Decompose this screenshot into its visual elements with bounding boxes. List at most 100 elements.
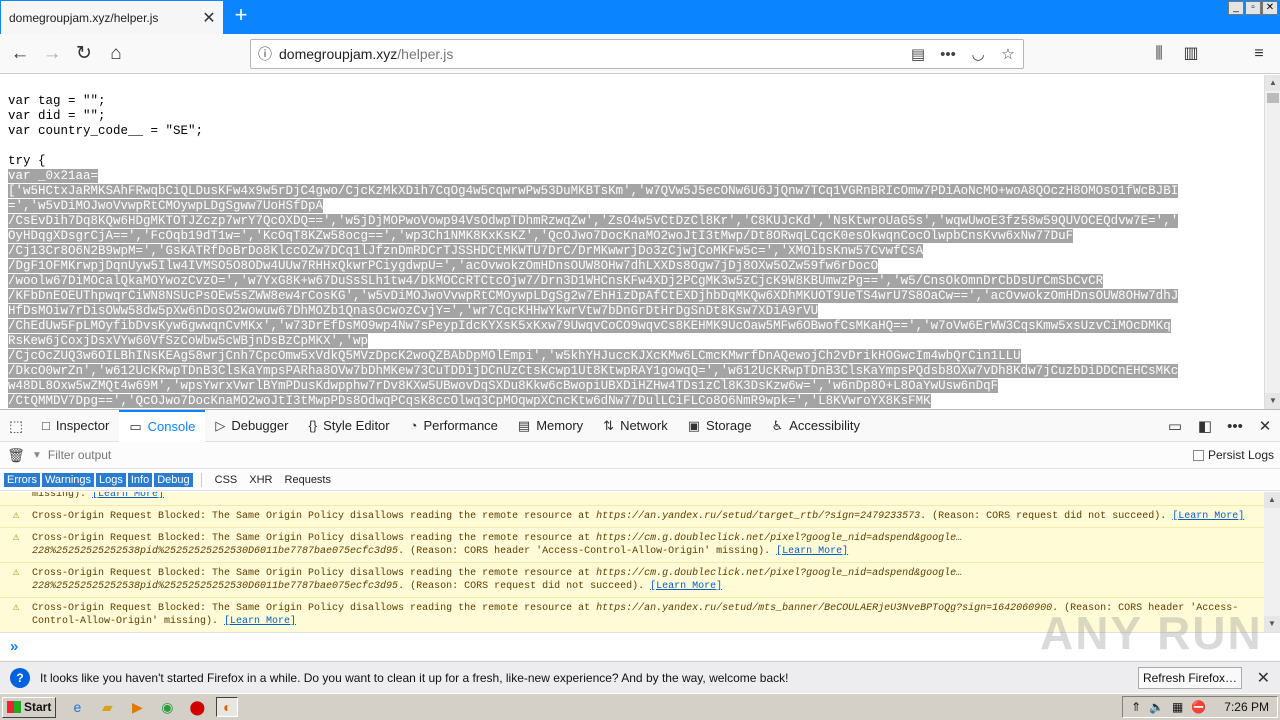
firefox-icon[interactable]: ◐ xyxy=(216,697,239,717)
forward-button[interactable]: → xyxy=(38,40,66,68)
browser-tab[interactable]: domegroupjam.xyz/helper.js ✕ xyxy=(1,1,223,34)
learn-more-link[interactable]: [Learn More] xyxy=(650,581,722,592)
console-warning-message: ⚠ Cross-Origin Request Blocked: The Same … xyxy=(0,563,1264,598)
quick-launch: e ▰ ▶ ◉ ⬤ ◐ xyxy=(66,697,239,717)
minimize-button[interactable]: _ xyxy=(1228,1,1244,15)
category-filter-requests[interactable]: Requests xyxy=(280,473,336,487)
source-line-selected: /CtQMMDV7Dpg==','QcOJwo7DocKnaMO2woJtI3t… xyxy=(8,394,931,408)
learn-more-link[interactable]: [Learn More] xyxy=(1172,511,1244,522)
devtools-tab-network[interactable]: ⇅ Network xyxy=(593,410,678,442)
library-icon[interactable]: ⫼ xyxy=(1146,42,1172,66)
category-filter-css[interactable]: CSS xyxy=(210,473,243,487)
category-filter-xhr[interactable]: XHR xyxy=(244,473,277,487)
close-window-button[interactable]: ✕ xyxy=(1262,1,1278,15)
devtools-tab-storage[interactable]: ▣ Storage xyxy=(678,410,762,442)
back-button[interactable]: ← xyxy=(6,40,34,68)
console-filter-bar: 🗑 ▼ Persist Logs xyxy=(0,442,1280,469)
home-button[interactable]: ⌂ xyxy=(102,40,130,68)
notification-close-icon[interactable]: ✕ xyxy=(1257,668,1270,688)
learn-more-link[interactable]: [Learn More] xyxy=(776,546,848,557)
bookmark-star-icon[interactable]: ☆ xyxy=(993,45,1023,63)
devtools-tab-accessibility[interactable]: ♿ Accessibility xyxy=(762,410,870,442)
source-line-selected: w48DL8Oxw5wZMQt4w69M','wpsYwrxVwrlBYmPDu… xyxy=(8,379,999,393)
devtools-tab-memory[interactable]: ▤ Memory xyxy=(508,410,593,442)
message-prefix: Cross-Origin Request Blocked: The Same O… xyxy=(32,603,597,614)
security-icon[interactable]: ⛔ xyxy=(1191,700,1206,714)
pocket-icon[interactable]: ◡ xyxy=(963,45,993,63)
source-scrollbar[interactable]: ▲ ▼ xyxy=(1264,75,1280,409)
devtools-tab-inspector[interactable]: □ Inspector xyxy=(32,410,119,442)
tray-up-icon[interactable]: ⇑ xyxy=(1131,700,1141,714)
clear-console-icon[interactable]: 🗑 xyxy=(0,447,32,464)
devtools-tab-style-editor[interactable]: {} Style Editor xyxy=(298,410,399,442)
scroll-down-arrow[interactable]: ▼ xyxy=(1265,393,1280,409)
message-text: Cross-Origin Request Blocked: The Same O… xyxy=(32,532,1264,558)
tab-close-icon[interactable]: ✕ xyxy=(195,8,223,28)
ie-icon[interactable]: e xyxy=(66,697,88,717)
devtools-tabs: □ Inspector ▭ Console ▷ Debugger {} Style Edito… xyxy=(32,409,870,442)
console-prompt-icon: » xyxy=(10,638,19,655)
persist-logs-toggle[interactable]: Persist Logs xyxy=(1192,448,1274,462)
message-url[interactable]: https://an.yandex.ru/setud/target_rtb/?s… xyxy=(596,511,920,522)
sidebar-icon[interactable]: ▥ xyxy=(1178,42,1204,66)
persist-logs-label: Persist Logs xyxy=(1207,448,1274,462)
page-actions-icon[interactable]: ••• xyxy=(933,46,963,63)
message-prefix: Cross-Origin Request Blocked: The Same O… xyxy=(32,533,597,544)
media-icon[interactable]: ▶ xyxy=(126,697,148,717)
source-line: var country_code__ = "SE"; xyxy=(8,124,204,138)
source-line-selected: /DgF1OFMKrwpjDqnUyw5Ilw4IVMSO5O8ODw4UUw7… xyxy=(8,259,879,273)
site-info-icon[interactable]: ⓘ xyxy=(251,44,279,64)
scroll-thumb[interactable] xyxy=(1267,93,1279,103)
learn-more-link[interactable]: [Learn More] xyxy=(224,616,296,627)
close-devtools-icon[interactable]: ✕ xyxy=(1254,417,1276,435)
source-view: var tag = ""; var did = ""; var country_… xyxy=(0,75,1264,409)
devtools-tab-performance[interactable]: ◔ Performance xyxy=(400,410,508,442)
volume-icon[interactable]: 🔈 xyxy=(1149,700,1164,714)
source-line-selected: /CjcOcZUQ3w6OILBhINsKEAg58wrjCnh7CpcOmw5… xyxy=(8,349,1021,363)
level-filter-info[interactable]: Info xyxy=(127,472,153,487)
persist-logs-checkbox[interactable] xyxy=(1192,449,1204,461)
start-button[interactable]: Start xyxy=(2,696,57,718)
learn-more-link[interactable]: [Learn More] xyxy=(92,492,164,500)
opera-icon[interactable]: ⬤ xyxy=(186,697,208,717)
devtools-tab-debugger[interactable]: ▷ Debugger xyxy=(205,410,298,442)
url-text[interactable]: domegroupjam.xyz/helper.js xyxy=(279,46,903,62)
folder-icon[interactable]: ▰ xyxy=(96,697,118,717)
message-url[interactable]: https://an.yandex.ru/setud/mts_banner/Be… xyxy=(596,603,1052,614)
split-console-icon[interactable]: ▭ xyxy=(1164,417,1186,435)
level-filter-logs[interactable]: Logs xyxy=(96,472,126,487)
network-icon[interactable]: ▦ xyxy=(1172,700,1183,714)
accessibility-icon: ♿ xyxy=(771,417,784,433)
reader-view-icon[interactable]: ▤ xyxy=(903,45,933,63)
clock: 7:26 PM xyxy=(1224,700,1269,714)
chrome-icon[interactable]: ◉ xyxy=(156,697,178,717)
menu-icon[interactable]: ≡ xyxy=(1246,42,1272,66)
url-bar[interactable]: ⓘ domegroupjam.xyz/helper.js ▤ ••• ◡ ☆ xyxy=(250,39,1024,69)
reload-button[interactable]: ↻ xyxy=(70,40,98,68)
source-line-selected: RsKew6jCoxjDsxVYw60VfSzCoWbw5cWBjnDsBzCp… xyxy=(8,334,369,348)
console-scroll-up[interactable]: ▲ xyxy=(1264,492,1280,508)
level-filter-debug[interactable]: Debug xyxy=(154,472,193,487)
console-scrollbar[interactable]: ▲ ▼ xyxy=(1264,492,1280,632)
element-picker-icon[interactable]: ⬚ xyxy=(0,417,32,435)
filter-divider xyxy=(200,472,202,487)
maximize-button[interactable]: ▫ xyxy=(1245,1,1261,15)
message-reason: . (Reason: CORS header 'Access-Control-A… xyxy=(398,546,777,557)
devtools-tab-label: Accessibility xyxy=(789,418,861,433)
console-scroll-down[interactable]: ▼ xyxy=(1264,616,1280,632)
new-tab-button[interactable]: + xyxy=(230,4,252,27)
scroll-up-arrow[interactable]: ▲ xyxy=(1265,75,1280,91)
system-tray: ⇑ 🔈 ▦ ⛔ 7:26 PM xyxy=(1121,696,1278,718)
refresh-firefox-button[interactable]: Refresh Firefox… xyxy=(1137,667,1242,689)
level-filter-warnings[interactable]: Warnings xyxy=(41,472,95,487)
console-icon: ▭ xyxy=(129,418,142,434)
level-filter-errors[interactable]: Errors xyxy=(4,472,40,487)
devtools-menu-icon[interactable]: ••• xyxy=(1224,418,1246,435)
start-label: Start xyxy=(24,700,52,714)
filter-input[interactable] xyxy=(47,448,348,462)
devtools-tab-label: Memory xyxy=(536,418,584,433)
devtools-tab-console[interactable]: ▭ Console xyxy=(119,409,206,442)
dock-icon[interactable]: ◧ xyxy=(1194,417,1216,435)
source-line-selected: /woolw67DiMOcalQkaMOYwozCvzO=','w7YxG8K+… xyxy=(8,274,1104,288)
windows-taskbar: Start e ▰ ▶ ◉ ⬤ ◐ ⇑ 🔈 ▦ ⛔ 7:26 PM xyxy=(0,693,1280,720)
